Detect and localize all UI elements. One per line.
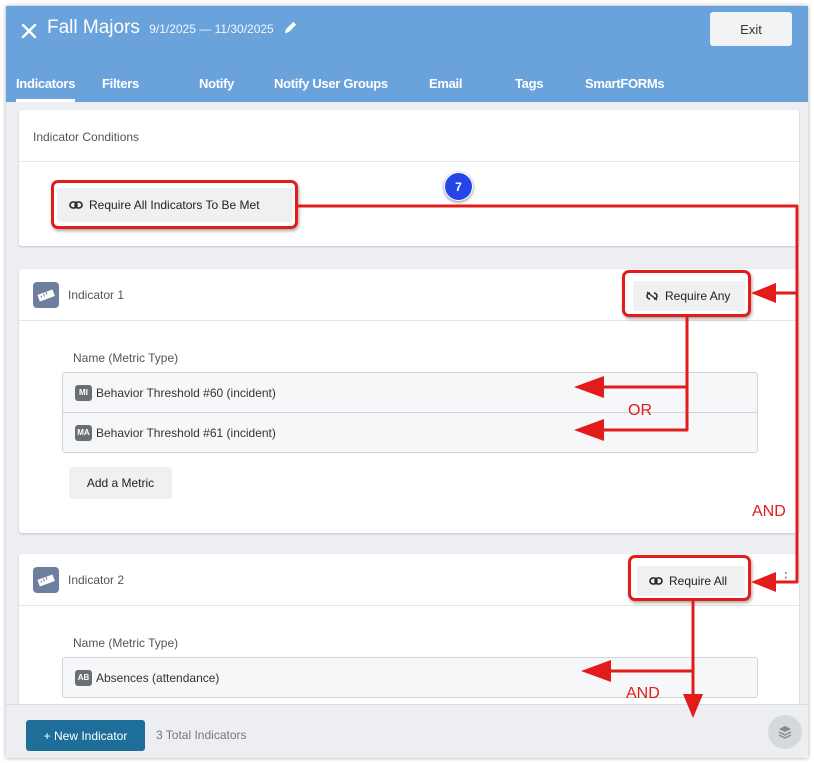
highlight-require-any [622, 270, 751, 317]
divider [19, 320, 799, 321]
more-options-icon[interactable]: ⋮ [779, 569, 793, 586]
tab-indicators[interactable]: Indicators [16, 76, 75, 102]
tab-tags[interactable]: Tags [515, 76, 543, 91]
column-header: Name (Metric Type) [73, 636, 179, 650]
metric-type-badge: AB [75, 669, 92, 686]
metric-row[interactable]: MI Behavior Threshold #60 (incident) [63, 373, 757, 412]
metric-name: Absences (attendance) [96, 670, 220, 685]
layers-icon [778, 726, 792, 739]
metric-type-badge: MI [75, 384, 92, 401]
total-indicators-text: 3 Total Indicators [156, 728, 247, 742]
page-title: Fall Majors 9/1/2025 — 11/30/2025 [47, 17, 298, 39]
metric-row[interactable]: MA Behavior Threshold #61 (incident) [63, 412, 757, 452]
conditions-title: Indicator Conditions [33, 130, 140, 144]
tab-bar: Indicators Filters Notify Notify User Gr… [6, 66, 808, 102]
new-indicator-button[interactable]: + New Indicator [26, 720, 145, 751]
close-icon[interactable] [19, 21, 39, 41]
tab-smartforms[interactable]: SmartFORMs [585, 76, 665, 91]
column-header: Name (Metric Type) [73, 351, 179, 365]
divider [19, 605, 799, 606]
tab-notify-user-groups[interactable]: Notify User Groups [274, 76, 388, 91]
date-range: 9/1/2025 — 11/30/2025 [149, 22, 274, 36]
divider [19, 161, 799, 162]
exit-button[interactable]: Exit [710, 12, 792, 46]
indicator-1-title: Indicator 1 [68, 288, 125, 302]
footer-bar: + New Indicator 3 Total Indicators [6, 704, 808, 758]
ruler-icon [33, 567, 59, 593]
header-bar: Fall Majors 9/1/2025 — 11/30/2025 Exit I… [6, 6, 808, 102]
tab-notify[interactable]: Notify [199, 76, 234, 91]
app-window: Fall Majors 9/1/2025 — 11/30/2025 Exit I… [6, 6, 808, 758]
highlight-require-all-indicators [51, 180, 298, 229]
or-label: OR [628, 402, 652, 419]
metric-type-badge: MA [75, 424, 92, 441]
and-label-bottom: AND [626, 685, 660, 702]
metric-list: MI Behavior Threshold #60 (incident) MA … [62, 372, 758, 453]
pencil-icon[interactable] [283, 20, 298, 35]
metric-name: Behavior Threshold #61 (incident) [96, 425, 276, 440]
tab-filters[interactable]: Filters [102, 76, 139, 91]
and-label-right: AND [752, 503, 786, 520]
title-text: Fall Majors [47, 17, 140, 38]
indicator-2-title: Indicator 2 [68, 573, 125, 587]
step-number-badge: 7 [444, 172, 473, 201]
layers-button[interactable] [768, 715, 802, 749]
highlight-require-all [628, 555, 751, 601]
ruler-icon [33, 282, 59, 308]
metric-name: Behavior Threshold #60 (incident) [96, 385, 276, 400]
add-metric-button[interactable]: Add a Metric [69, 467, 172, 499]
tab-email[interactable]: Email [429, 76, 462, 91]
